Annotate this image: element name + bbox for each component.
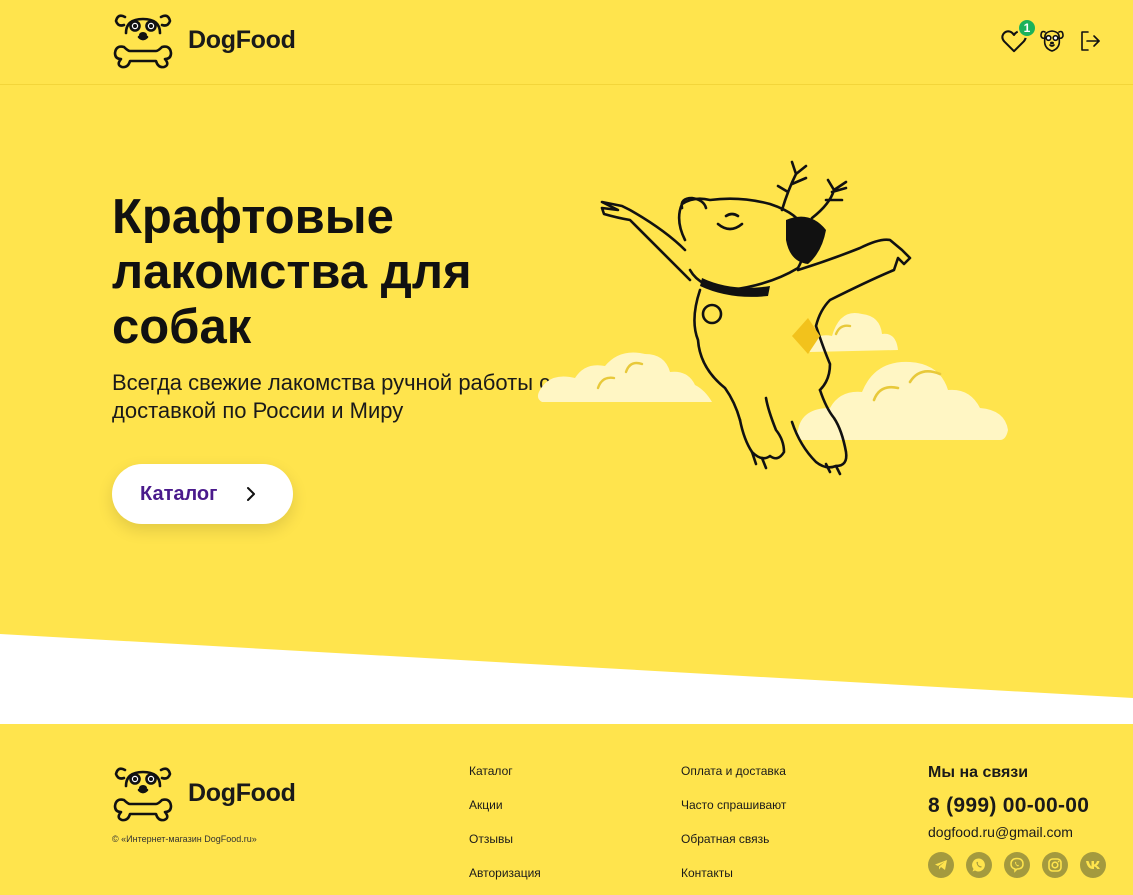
- contacts-title: Мы на связи: [928, 764, 1029, 781]
- footer-nav-col-1: Каталог Акции Отзывы Авторизация: [469, 764, 541, 880]
- flying-dog-illustration: [537, 160, 1008, 476]
- hero-title: Крафтовые лакомства для собак: [112, 190, 472, 354]
- copyright: © «Интернет-магазин DogFood.ru»: [112, 834, 257, 844]
- dog-bone-logo-icon: [113, 14, 173, 69]
- profile-button[interactable]: [1039, 28, 1065, 54]
- cloud-left: [537, 352, 712, 402]
- telegram-icon[interactable]: [928, 852, 954, 878]
- footer-logo[interactable]: DogFood: [112, 764, 296, 822]
- footer-contacts: Мы на связи 8 (999) 00-00-00 dogfood.ru@…: [928, 764, 1106, 878]
- footer: DogFood © «Интернет-магазин DogFood.ru» …: [0, 724, 1133, 895]
- logout-icon: [1081, 31, 1100, 51]
- footer-link-reviews[interactable]: Отзывы: [469, 832, 541, 846]
- whatsapp-icon[interactable]: [966, 852, 992, 878]
- social-links: [928, 852, 1106, 878]
- viber-icon[interactable]: [1004, 852, 1030, 878]
- contact-phone[interactable]: 8 (999) 00-00-00: [928, 794, 1106, 818]
- contact-email[interactable]: dogfood.ru@gmail.com: [928, 824, 1106, 840]
- footer-link-faq[interactable]: Часто спрашивают: [681, 798, 786, 812]
- footer-link-login[interactable]: Авторизация: [469, 866, 541, 880]
- logo-text: DogFood: [188, 25, 296, 54]
- footer-link-catalog[interactable]: Каталог: [469, 764, 541, 778]
- logo-text: DogFood: [188, 778, 296, 807]
- page: DogFood 1 Крафтовые лакомства для собак …: [0, 0, 1133, 895]
- footer-link-promotions[interactable]: Акции: [469, 798, 541, 812]
- footer-nav-col-2: Оплата и доставка Часто спрашивают Обрат…: [681, 764, 786, 880]
- header: DogFood 1: [0, 0, 1133, 85]
- favorites-button[interactable]: 1: [1001, 18, 1037, 54]
- hero-subtitle: Всегда свежие лакомства ручной работы с …: [112, 370, 551, 423]
- dog-face-icon: [1040, 30, 1064, 52]
- catalog-button[interactable]: Каталог: [112, 464, 293, 524]
- vk-icon[interactable]: [1080, 852, 1106, 878]
- section-divider: [0, 634, 1133, 724]
- header-logo[interactable]: DogFood: [112, 11, 296, 69]
- catalog-button-label: Каталог: [140, 482, 218, 505]
- logout-button[interactable]: [1077, 28, 1103, 54]
- cloud-small: [808, 312, 898, 352]
- favorites-count-badge: 1: [1017, 18, 1037, 38]
- footer-link-contacts[interactable]: Контакты: [681, 866, 786, 880]
- instagram-icon[interactable]: [1042, 852, 1068, 878]
- dog-bone-logo-icon: [113, 767, 173, 822]
- chevron-right-icon: [247, 487, 256, 501]
- footer-link-feedback[interactable]: Обратная связь: [681, 832, 786, 846]
- header-actions: 1: [1001, 18, 1103, 54]
- footer-link-payment-delivery[interactable]: Оплата и доставка: [681, 764, 786, 778]
